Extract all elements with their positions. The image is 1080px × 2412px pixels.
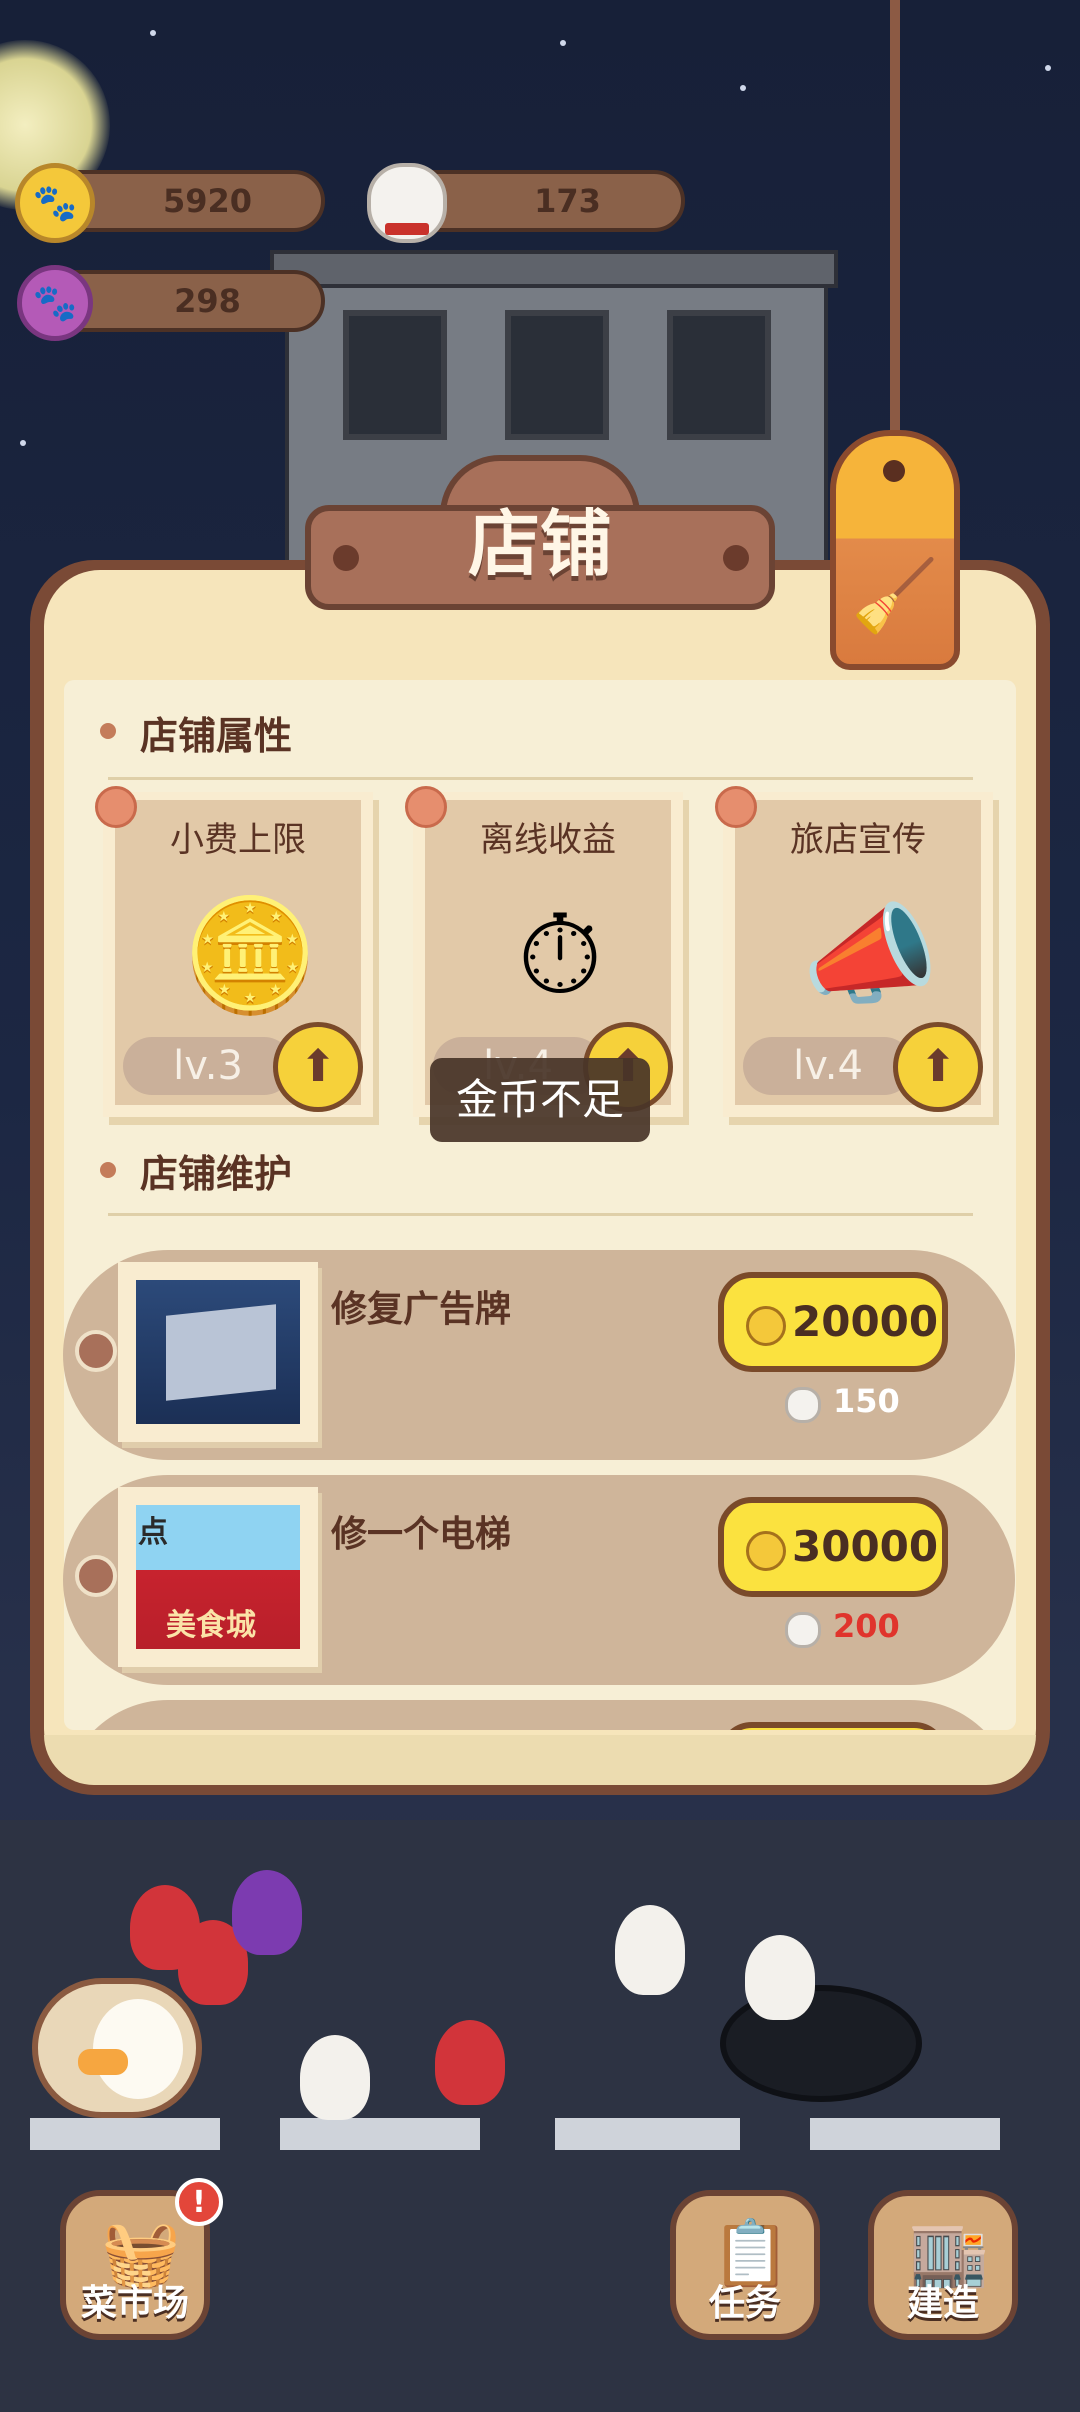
npc-customer[interactable] [745,1935,815,2020]
player-avatar[interactable] [32,1978,202,2118]
section-bullet [100,1162,116,1178]
broom-icon: 🧹 [851,555,939,637]
npc-customer[interactable] [232,1870,302,1955]
tag-hole [883,460,905,482]
coin-count: 5920 [162,182,253,220]
sign-text: 美食城 [166,1608,256,1643]
section-divider [108,777,973,780]
buy-button[interactable]: 20000 [718,1272,948,1372]
building-window [667,310,771,440]
paw-gem-icon: 🐾 [17,265,93,341]
maintenance-heading: 店铺维护 [140,1152,293,1196]
attribute-level: lv.3 [123,1037,293,1095]
pin-icon [95,786,137,828]
insufficient-coins-toast: 金币不足 [430,1058,650,1142]
hanging-rope [890,0,900,470]
star [560,40,566,46]
pocket-watch-icon: ⏱ [517,891,603,1019]
chef-cost: 200 [833,1607,900,1645]
npc-gentleman[interactable] [615,1905,685,1995]
npc-customer[interactable] [300,2035,370,2120]
pin-icon [405,786,447,828]
building-roof [270,250,838,288]
chef-cost: 150 [833,1382,900,1420]
pin-icon [715,786,757,828]
attribute-title: 小费上限 [170,820,306,860]
tasks-label: 任务 [708,2283,781,2324]
shop-panel-footer [44,1735,1036,1785]
building-window [343,310,447,440]
price: 30000 [792,1522,939,1571]
market-label: 菜市场 [80,2283,189,2324]
chef-hat-icon [785,1387,821,1423]
crosswalk-stripe [280,2118,480,2150]
elevator-thumbnail: 点 美食城 [118,1487,318,1667]
megaphone-icon: 📣 [801,891,939,1019]
section-bullet [100,723,116,739]
tasks-button[interactable]: 📋 任务 [670,2190,820,2340]
buy-button[interactable] [718,1722,948,1730]
attributes-heading: 店铺属性 [140,714,293,758]
chef-hat-icon [785,1612,821,1648]
npc-customer[interactable] [435,2020,505,2105]
chef-hat-icon [367,163,447,243]
attribute-card-inn-promotion: 旅店宣传 📣 lv.4 ⬆ [715,786,993,1117]
paw-coin-icon: 🐾 [15,163,95,243]
attribute-card-tip-limit: 小费上限 🪙 lv.3 ⬆ [95,786,373,1117]
buy-button[interactable]: 30000 [718,1497,948,1597]
list-clip [63,1700,1015,1730]
coin-icon [746,1531,786,1571]
row-bullet [75,1555,117,1597]
building-window [505,310,609,440]
maintenance-item-name: 修一个电梯 [331,1514,512,1555]
crosswalk-stripe [810,2118,1000,2150]
crosswalk-stripe [555,2118,740,2150]
build-button[interactable]: 🏬 建造 [868,2190,1018,2340]
section-divider [108,1213,973,1216]
billboard-thumbnail [118,1262,318,1442]
star [1045,65,1051,71]
star [740,85,746,91]
row-bullet [75,1330,117,1372]
maintenance-item: 点 美食城 修一个电梯 30000 200 [63,1475,1015,1685]
price: 20000 [792,1297,939,1346]
duck-bill [78,2049,128,2075]
billboard [166,1304,276,1401]
gold-coins-icon: 🪙 [181,891,319,1019]
upgrade-button[interactable]: ⬆ [273,1022,363,1112]
attribute-title: 旅店宣传 [790,820,926,860]
star [20,440,26,446]
gem-count: 298 [174,282,241,320]
chef-token-count: 173 [534,182,601,220]
attribute-title: 离线收益 [480,820,616,860]
alert-badge: ! [175,2178,223,2226]
upgrade-button[interactable]: ⬆ [893,1022,983,1112]
coin-icon [746,1306,786,1346]
build-label: 建造 [906,2283,979,2324]
attribute-level: lv.4 [743,1037,913,1095]
sign-corner-text: 点 [138,1515,168,1550]
crosswalk-stripe [30,2118,220,2150]
maintenance-item-name: 修复广告牌 [331,1289,512,1330]
panel-title: 店铺 [467,502,612,586]
star [150,30,156,36]
maintenance-item: 修复广告牌 20000 150 [63,1250,1015,1460]
